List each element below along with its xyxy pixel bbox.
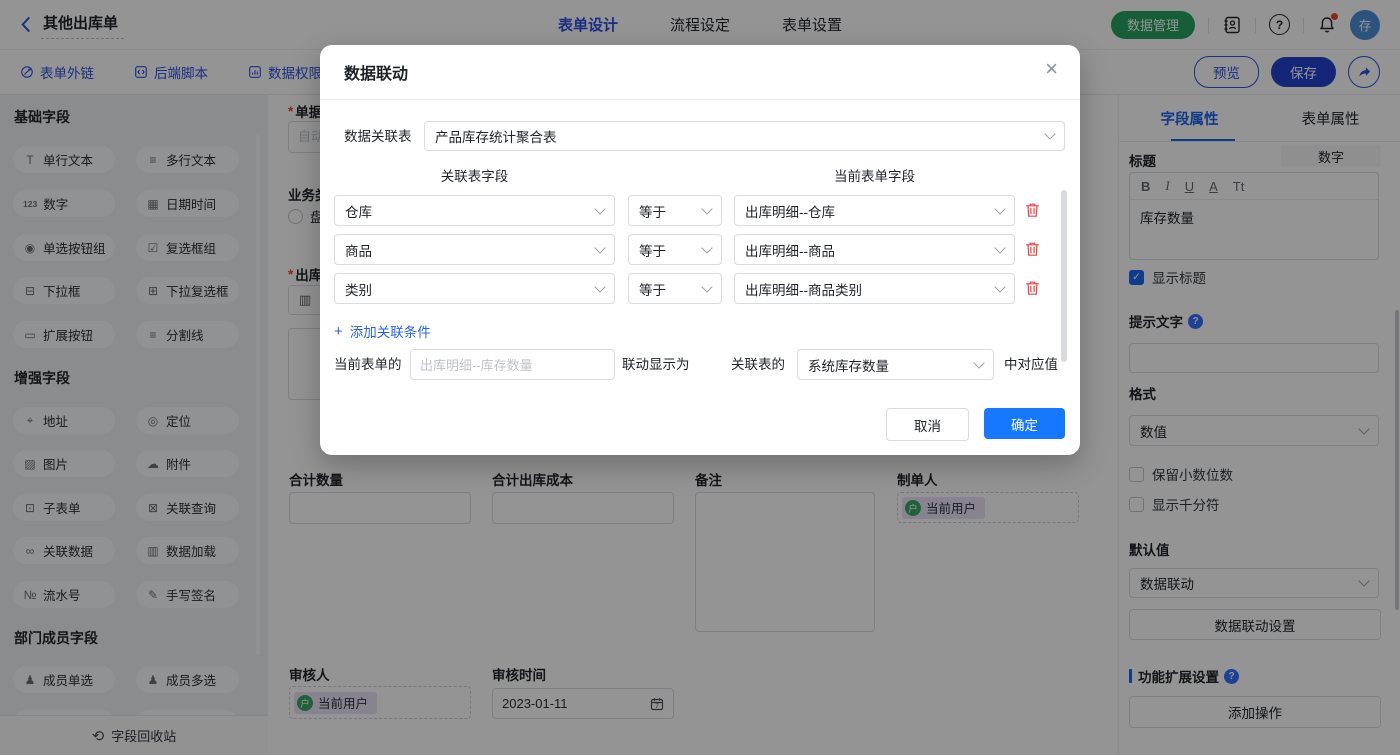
cancel-button[interactable]: 取消 <box>886 408 969 441</box>
modal-header: 数据联动 × <box>320 45 1080 100</box>
modal-title: 数据联动 <box>344 66 409 83</box>
chevron-down-icon <box>594 280 606 293</box>
condition-left-select[interactable]: 类别 <box>334 273 615 304</box>
bottom-suffix-label: 中对应值 <box>1004 357 1058 372</box>
link-table-label: 数据关联表 <box>344 129 412 144</box>
condition-right-select[interactable]: 出库明细--商品 <box>734 234 1015 265</box>
chevron-down-icon <box>701 241 713 254</box>
chevron-down-icon <box>994 241 1006 254</box>
confirm-button[interactable]: 确定 <box>984 408 1065 439</box>
delete-condition-icon[interactable] <box>1025 280 1040 296</box>
add-condition-link[interactable]: + 添加关联条件 <box>334 321 431 341</box>
chevron-down-icon <box>994 280 1006 293</box>
chevron-down-icon <box>594 241 606 254</box>
plus-icon: + <box>334 322 343 340</box>
condition-right-select[interactable]: 出库明细--仓库 <box>734 195 1015 226</box>
bottom-of-table-label: 关联表的 <box>731 357 785 372</box>
target-field-input[interactable]: 出库明细--库存数量 <box>410 349 615 380</box>
column-header-current-form-field: 当前表单字段 <box>834 169 915 184</box>
chevron-down-icon <box>701 202 713 215</box>
condition-left-select[interactable]: 商品 <box>334 234 615 265</box>
link-table-select[interactable]: 产品库存统计聚合表 <box>424 121 1065 151</box>
condition-right-select[interactable]: 出库明细--商品类别 <box>734 273 1015 304</box>
condition-operator-select[interactable]: 等于 <box>628 234 722 265</box>
chevron-down-icon <box>594 202 606 215</box>
modal-scrollbar[interactable] <box>1061 190 1067 362</box>
app-screen: 其他出库单 表单设计 流程设定 表单设置 数据管理 ? 存 表单外链 后端脚本 … <box>0 0 1400 755</box>
column-header-link-table-field: 关联表字段 <box>440 169 509 184</box>
chevron-down-icon <box>1044 128 1056 140</box>
chevron-down-icon <box>994 202 1006 215</box>
bottom-mid-label: 联动显示为 <box>622 357 690 372</box>
condition-operator-select[interactable]: 等于 <box>628 273 722 304</box>
chevron-down-icon <box>701 280 713 293</box>
bottom-prefix-label: 当前表单的 <box>334 357 402 372</box>
condition-operator-select[interactable]: 等于 <box>628 195 722 226</box>
chevron-down-icon <box>973 356 985 369</box>
delete-condition-icon[interactable] <box>1025 241 1040 257</box>
data-linkage-modal: 数据联动 × 数据关联表 产品库存统计聚合表 关联表字段 当前表单字段 仓库 等… <box>320 45 1080 455</box>
close-icon[interactable]: × <box>1045 58 1058 80</box>
condition-left-select[interactable]: 仓库 <box>334 195 615 226</box>
delete-condition-icon[interactable] <box>1025 202 1040 218</box>
source-field-select[interactable]: 系统库存数量 <box>797 349 994 380</box>
